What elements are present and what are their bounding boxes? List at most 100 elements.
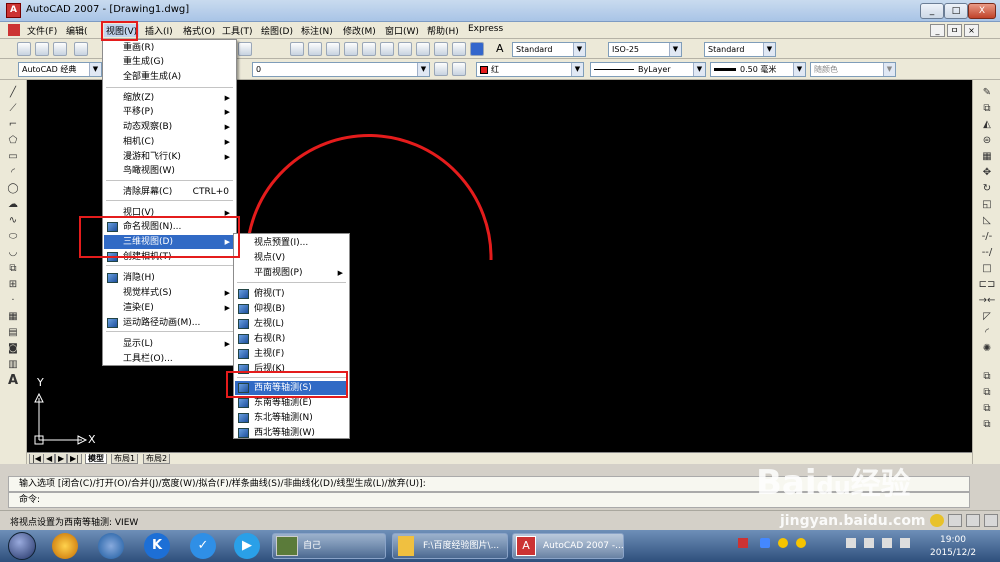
point-icon[interactable]: · [4, 294, 22, 308]
autocad-icon[interactable]: A [6, 3, 21, 18]
fillet-icon[interactable]: ◜ [978, 326, 996, 340]
menu-format[interactable]: 格式(O) [183, 24, 215, 37]
trim-icon[interactable]: -/- [978, 230, 996, 244]
menu-item-front[interactable]: 主视(F) [235, 347, 348, 361]
tray-monitor-icon[interactable] [864, 538, 874, 548]
menu-file[interactable]: 文件(F) [27, 24, 57, 37]
menu-item-bottom[interactable]: 仰视(B) [235, 302, 348, 316]
ellipse-arc-icon[interactable]: ◡ [4, 246, 22, 260]
ie-like-icon[interactable] [52, 533, 78, 559]
menu-item-redraw[interactable]: 重画(R) [104, 41, 235, 55]
new-icon[interactable] [17, 42, 31, 56]
k-icon[interactable]: K [144, 533, 170, 559]
rectangle-icon[interactable]: ▭ [4, 150, 22, 164]
chamfer-icon[interactable]: ◸ [978, 310, 996, 324]
restore-button[interactable]: □ [944, 3, 968, 19]
scale-icon[interactable]: ◱ [978, 198, 996, 212]
table-style-combo[interactable]: Standard ▼ [704, 42, 776, 57]
menu-item-display[interactable]: 显示(L) ▶ [104, 337, 235, 351]
hatch-icon[interactable]: ▦ [4, 310, 22, 324]
zoom-realtime-icon[interactable] [308, 42, 322, 56]
doc-close-button[interactable]: × [964, 24, 979, 37]
gradient-icon[interactable]: ▤ [4, 326, 22, 340]
offset-icon[interactable]: ⊜ [978, 134, 996, 148]
polyline-icon[interactable]: ⌐ [4, 118, 22, 132]
explode-icon[interactable]: ✺ [978, 342, 996, 356]
circle-icon[interactable]: ◯ [4, 182, 22, 196]
video-icon[interactable]: ▶ [234, 533, 260, 559]
tab-prev-button[interactable]: ◀ [43, 454, 56, 464]
menu-item-render[interactable]: 渲染(E) ▶ [104, 301, 235, 315]
line-icon[interactable]: ╱ [4, 86, 22, 100]
mirror-icon[interactable]: ◭ [978, 118, 996, 132]
menu-item-zoom[interactable]: 缩放(Z) ▶ [104, 91, 235, 105]
menu-item-visual-styles[interactable]: 视觉样式(S) ▶ [104, 286, 235, 300]
menu-tools[interactable]: 工具(T) [222, 24, 253, 37]
draworder-under-icon[interactable]: ⧉ [978, 418, 996, 432]
menu-item-right[interactable]: 右视(R) [235, 332, 348, 346]
draworder-front-icon[interactable]: ⧉ [978, 370, 996, 384]
tab-last-button[interactable]: ▶| [67, 454, 82, 464]
ellipse-icon[interactable]: ⬭ [4, 230, 22, 244]
properties-icon[interactable] [362, 42, 376, 56]
text-style-combo[interactable]: Standard ▼ [512, 42, 586, 57]
undo-icon[interactable] [238, 42, 252, 56]
workspace-combo[interactable]: AutoCAD 经典 ▼ [18, 62, 102, 77]
menu-item-top[interactable]: 俯视(T) [235, 287, 348, 301]
markup-icon[interactable] [434, 42, 448, 56]
menu-item-regen-all[interactable]: 全部重生成(A) [104, 70, 235, 84]
menu-edit[interactable]: 编辑( [66, 24, 88, 37]
menu-item-clean-screen[interactable]: 清除屏幕(C) CTRL+0 [104, 185, 235, 199]
layer-previous-icon[interactable] [434, 62, 448, 76]
doc-minimize-button[interactable]: _ [930, 24, 945, 37]
menu-item-hide[interactable]: 消隐(H) [104, 271, 235, 285]
array-icon[interactable]: ▦ [978, 150, 996, 164]
break-icon[interactable]: ⊏⊐ [978, 278, 996, 292]
tray-network-icon[interactable] [846, 538, 856, 548]
tray-qq-icon[interactable] [778, 538, 788, 548]
tab-layout1[interactable]: 布局1 [111, 454, 139, 464]
zoom-window-icon[interactable] [326, 42, 340, 56]
plotstyle-combo[interactable]: 随颜色 ▼ [810, 62, 896, 77]
menu-item-viewpoint[interactable]: 视点(V) [235, 251, 348, 265]
minimize-button[interactable]: _ [920, 3, 944, 19]
join-icon[interactable]: →← [978, 294, 996, 308]
menu-modify[interactable]: 修改(M) [343, 24, 376, 37]
mtext-icon[interactable]: A [4, 374, 22, 388]
extend-icon[interactable]: --/ [978, 246, 996, 260]
tab-model[interactable]: 模型 [85, 454, 107, 464]
spline-icon[interactable]: ∿ [4, 214, 22, 228]
doc-icon[interactable] [8, 24, 20, 36]
sheet-set-icon[interactable] [416, 42, 430, 56]
tray-settings-icon[interactable] [966, 514, 980, 527]
menu-item-pan[interactable]: 平移(P) ▶ [104, 105, 235, 119]
draworder-back-icon[interactable]: ⧉ [978, 386, 996, 400]
clock-time[interactable]: 19:00 [940, 535, 966, 545]
menu-draw[interactable]: 绘图(D) [261, 24, 293, 37]
construction-line-icon[interactable]: ⟋ [4, 102, 22, 116]
quickcalc-icon[interactable] [452, 42, 466, 56]
revcloud-icon[interactable]: ☁ [4, 198, 22, 212]
polygon-icon[interactable]: ⬠ [4, 134, 22, 148]
menu-item-aerial-view[interactable]: 鸟瞰视图(W) [104, 164, 235, 178]
menu-item-ne-iso[interactable]: 东北等轴测(N) [235, 411, 348, 425]
start-button[interactable] [8, 532, 36, 560]
tray-battery-icon[interactable] [882, 538, 892, 548]
menu-item-walk-fly[interactable]: 漫游和飞行(K) ▶ [104, 150, 235, 164]
make-current-icon[interactable] [452, 62, 466, 76]
menu-item-motion-path[interactable]: 运动路径动画(M)... [104, 316, 235, 330]
break-point-icon[interactable]: □ [978, 262, 996, 276]
tool-palettes-icon[interactable] [398, 42, 412, 56]
menu-dimension[interactable]: 标注(N) [301, 24, 333, 37]
print-icon[interactable] [74, 42, 88, 56]
rotate-icon[interactable]: ↻ [978, 182, 996, 196]
menu-item-se-iso[interactable]: 东南等轴测(E) [235, 396, 348, 410]
layer-combo[interactable]: 0 ▼ [252, 62, 430, 77]
menu-item-regen[interactable]: 重生成(G) [104, 55, 235, 69]
tray-app-icon[interactable] [738, 538, 748, 548]
draworder-above-icon[interactable]: ⧉ [978, 402, 996, 416]
pan-icon[interactable] [290, 42, 304, 56]
dim-style-combo[interactable]: ISO-25 ▼ [608, 42, 682, 57]
menu-item-camera[interactable]: 相机(C) ▶ [104, 135, 235, 149]
clock-date[interactable]: 2015/12/2 [930, 548, 976, 558]
